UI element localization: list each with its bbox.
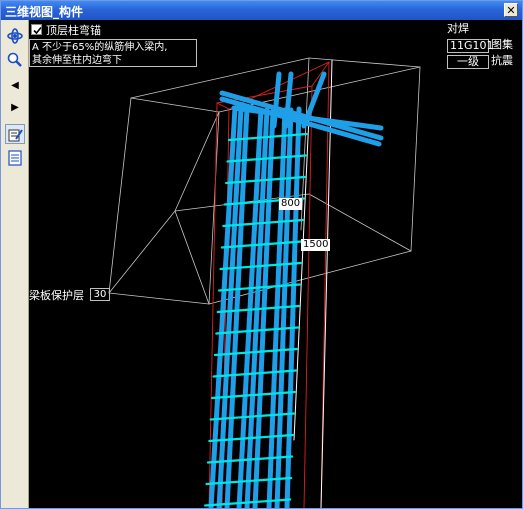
wireframe-edge bbox=[174, 210, 210, 305]
dimension-label-1500: 1500 bbox=[301, 239, 331, 251]
prev-arrow-icon: ◀ bbox=[11, 80, 19, 91]
rotate-icon bbox=[7, 28, 23, 44]
wireframe-edge bbox=[410, 66, 421, 252]
column-outline bbox=[303, 85, 313, 508]
top-anchor-bar bbox=[271, 71, 282, 129]
column-outline bbox=[216, 102, 230, 110]
zoom-button[interactable] bbox=[5, 50, 25, 70]
title-bar: 三维视图_构件 ✕ bbox=[1, 1, 522, 20]
atlas-label: 图集 bbox=[491, 38, 513, 51]
dimension-label-800: 800 bbox=[279, 198, 303, 210]
anchor-checkbox[interactable] bbox=[31, 24, 42, 35]
close-icon: ✕ bbox=[506, 4, 516, 17]
wireframe-edge bbox=[108, 97, 132, 294]
wireframe-edge bbox=[108, 210, 176, 294]
seismic-grade[interactable]: 一级 bbox=[447, 55, 489, 69]
zoom-icon bbox=[7, 52, 22, 67]
edit-button[interactable] bbox=[5, 124, 25, 144]
window-title: 三维视图_构件 bbox=[5, 5, 84, 19]
wireframe-edge bbox=[308, 57, 421, 68]
note-line-1: A 不少于65%的纵筋伸入梁内, bbox=[32, 42, 168, 53]
anchor-note: A 不少于65%的纵筋伸入梁内, 其余伸至柱内边弯下 bbox=[29, 39, 197, 67]
cover-input[interactable]: 30 bbox=[90, 288, 110, 301]
next-arrow-icon: ▶ bbox=[11, 102, 19, 113]
joint-type: 对焊 bbox=[447, 22, 469, 35]
wireframe-edge bbox=[174, 111, 220, 212]
list-icon bbox=[8, 150, 22, 166]
3d-viewport[interactable]: 顶层柱弯锚 A 不少于65%的纵筋伸入梁内, 其余伸至柱内边弯下 对焊 11G1… bbox=[29, 20, 522, 508]
note-line-2: 其余伸至柱内边弯下 bbox=[32, 55, 122, 66]
seismic-label: 抗震 bbox=[491, 54, 513, 67]
wireframe-edge bbox=[108, 292, 210, 305]
list-button[interactable] bbox=[5, 148, 25, 168]
wireframe-edge bbox=[130, 97, 220, 113]
anchor-checkbox-label: 顶层柱弯锚 bbox=[46, 24, 101, 37]
3d-rebar-scene bbox=[108, 57, 421, 508]
next-button[interactable]: ▶ bbox=[5, 98, 25, 118]
atlas-code[interactable]: 11G101 bbox=[447, 39, 494, 53]
close-button[interactable]: ✕ bbox=[504, 3, 518, 17]
checkmark-icon bbox=[33, 26, 42, 35]
3d-view-window: 三维视图_构件 ✕ ◀ ▶ 顶层柱弯锚 A 不少于65%的纵筋伸入梁内, 其余伸… bbox=[0, 0, 523, 509]
rotate-button[interactable] bbox=[5, 26, 25, 46]
edit-icon bbox=[8, 129, 23, 142]
cover-label: 梁板保护层 bbox=[29, 289, 84, 302]
prev-button[interactable]: ◀ bbox=[5, 76, 25, 96]
view-toolbar: ◀ ▶ bbox=[1, 20, 29, 508]
